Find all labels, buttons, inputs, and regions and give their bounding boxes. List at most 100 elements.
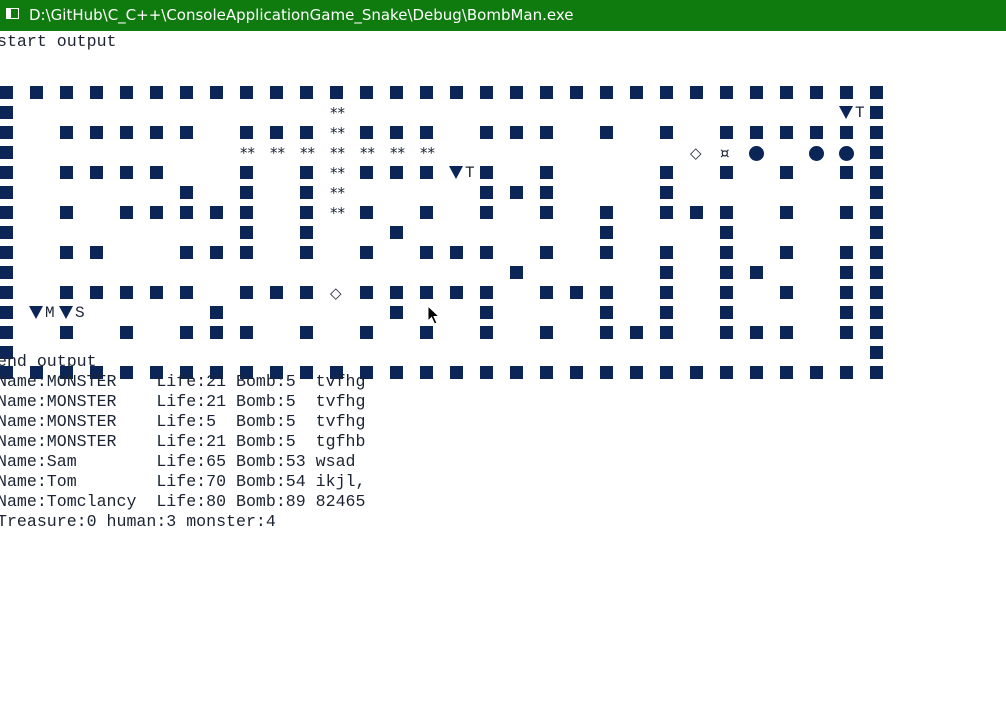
- wall-square: [510, 266, 523, 279]
- wall-block: [480, 283, 510, 303]
- wall-square: [540, 326, 553, 339]
- breakable-box-glyph: **: [390, 144, 405, 162]
- wall-block: [480, 243, 510, 263]
- wall-square: [150, 286, 163, 299]
- breakable-box: **: [330, 143, 360, 163]
- wall-square: [120, 326, 133, 339]
- wall-square: [600, 246, 613, 259]
- diamond-icon-glyph: ◇: [690, 144, 702, 162]
- wall-square: [150, 86, 163, 99]
- breakable-box: **: [330, 163, 360, 183]
- wall-block: [870, 103, 900, 123]
- wall-square: [870, 246, 883, 259]
- wall-block: [870, 83, 900, 103]
- wall-block: [870, 323, 900, 343]
- wall-square: [600, 206, 613, 219]
- wall-square: [0, 106, 13, 119]
- wall-block: [240, 183, 270, 203]
- wall-block: [630, 83, 660, 103]
- wall-square: [840, 166, 853, 179]
- wall-block: [450, 283, 480, 303]
- wall-block: [180, 183, 210, 203]
- wall-square: [270, 286, 283, 299]
- wall-square: [90, 126, 103, 139]
- wall-block: [390, 83, 420, 103]
- wall-block: [60, 163, 90, 183]
- wall-block: [180, 283, 210, 303]
- wall-square: [450, 286, 463, 299]
- wall-block: [540, 323, 570, 343]
- wall-block: [300, 223, 330, 243]
- wall-block: [780, 203, 810, 223]
- wall-square: [720, 266, 733, 279]
- wall-square: [450, 366, 463, 379]
- wall-block: [540, 243, 570, 263]
- wall-square: [870, 86, 883, 99]
- wall-square: [480, 366, 493, 379]
- wall-square: [90, 86, 103, 99]
- breakable-box: **: [330, 103, 360, 123]
- player-line: Name:Tomclancy Life:80 Bomb:89 82465: [0, 492, 366, 511]
- wall-square: [660, 286, 673, 299]
- wall-square: [420, 126, 433, 139]
- breakable-box: **: [330, 123, 360, 143]
- wall-square: [360, 166, 373, 179]
- wall-square: [540, 366, 553, 379]
- wall-block: [660, 183, 690, 203]
- wall-square: [60, 286, 73, 299]
- wall-block: [840, 243, 870, 263]
- wall-square: [240, 206, 253, 219]
- wall-square: [390, 306, 403, 319]
- wall-block: [120, 283, 150, 303]
- wall-block: [810, 123, 840, 143]
- wall-square: [720, 246, 733, 259]
- wall-square: [600, 306, 613, 319]
- wall-square: [300, 86, 313, 99]
- wall-square: [180, 326, 193, 339]
- wall-block: [660, 323, 690, 343]
- breakable-box: **: [330, 203, 360, 223]
- wall-block: [600, 243, 630, 263]
- wall-block: [480, 203, 510, 223]
- title-bar[interactable]: D:\GitHub\C_C++\ConsoleApplicationGame_S…: [0, 0, 1006, 31]
- wall-block: [390, 123, 420, 143]
- wall-block: [600, 123, 630, 143]
- wall-block: [660, 283, 690, 303]
- bomb-icon: [839, 143, 870, 163]
- wall-square: [90, 286, 103, 299]
- wall-block: [870, 263, 900, 283]
- breakable-box-glyph: **: [330, 124, 345, 142]
- player-triangle-icon: [449, 166, 463, 179]
- wall-square: [360, 206, 373, 219]
- wall-square: [480, 86, 493, 99]
- wall-block: [660, 123, 690, 143]
- wall-square: [720, 286, 733, 299]
- wall-square: [150, 126, 163, 139]
- wall-block: [720, 283, 750, 303]
- wall-square: [660, 306, 673, 319]
- wall-square: [480, 286, 493, 299]
- wall-block: [540, 363, 570, 383]
- wall-block: [750, 83, 780, 103]
- wall-block: [300, 123, 330, 143]
- wall-square: [870, 186, 883, 199]
- wall-square: [570, 366, 583, 379]
- wall-square: [210, 206, 223, 219]
- wall-square: [120, 166, 133, 179]
- wall-block: [810, 363, 840, 383]
- wall-square: [390, 126, 403, 139]
- wall-square: [450, 246, 463, 259]
- player-marker: T: [839, 103, 870, 123]
- wall-square: [180, 206, 193, 219]
- wall-square: [0, 266, 13, 279]
- wall-block: [90, 163, 120, 183]
- breakable-box: **: [330, 183, 360, 203]
- wall-square: [60, 246, 73, 259]
- wall-square: [270, 86, 283, 99]
- wall-square: [600, 326, 613, 339]
- wall-square: [690, 366, 703, 379]
- wall-square: [870, 226, 883, 239]
- wall-block: [840, 323, 870, 343]
- wall-square: [660, 126, 673, 139]
- wall-block: [840, 83, 870, 103]
